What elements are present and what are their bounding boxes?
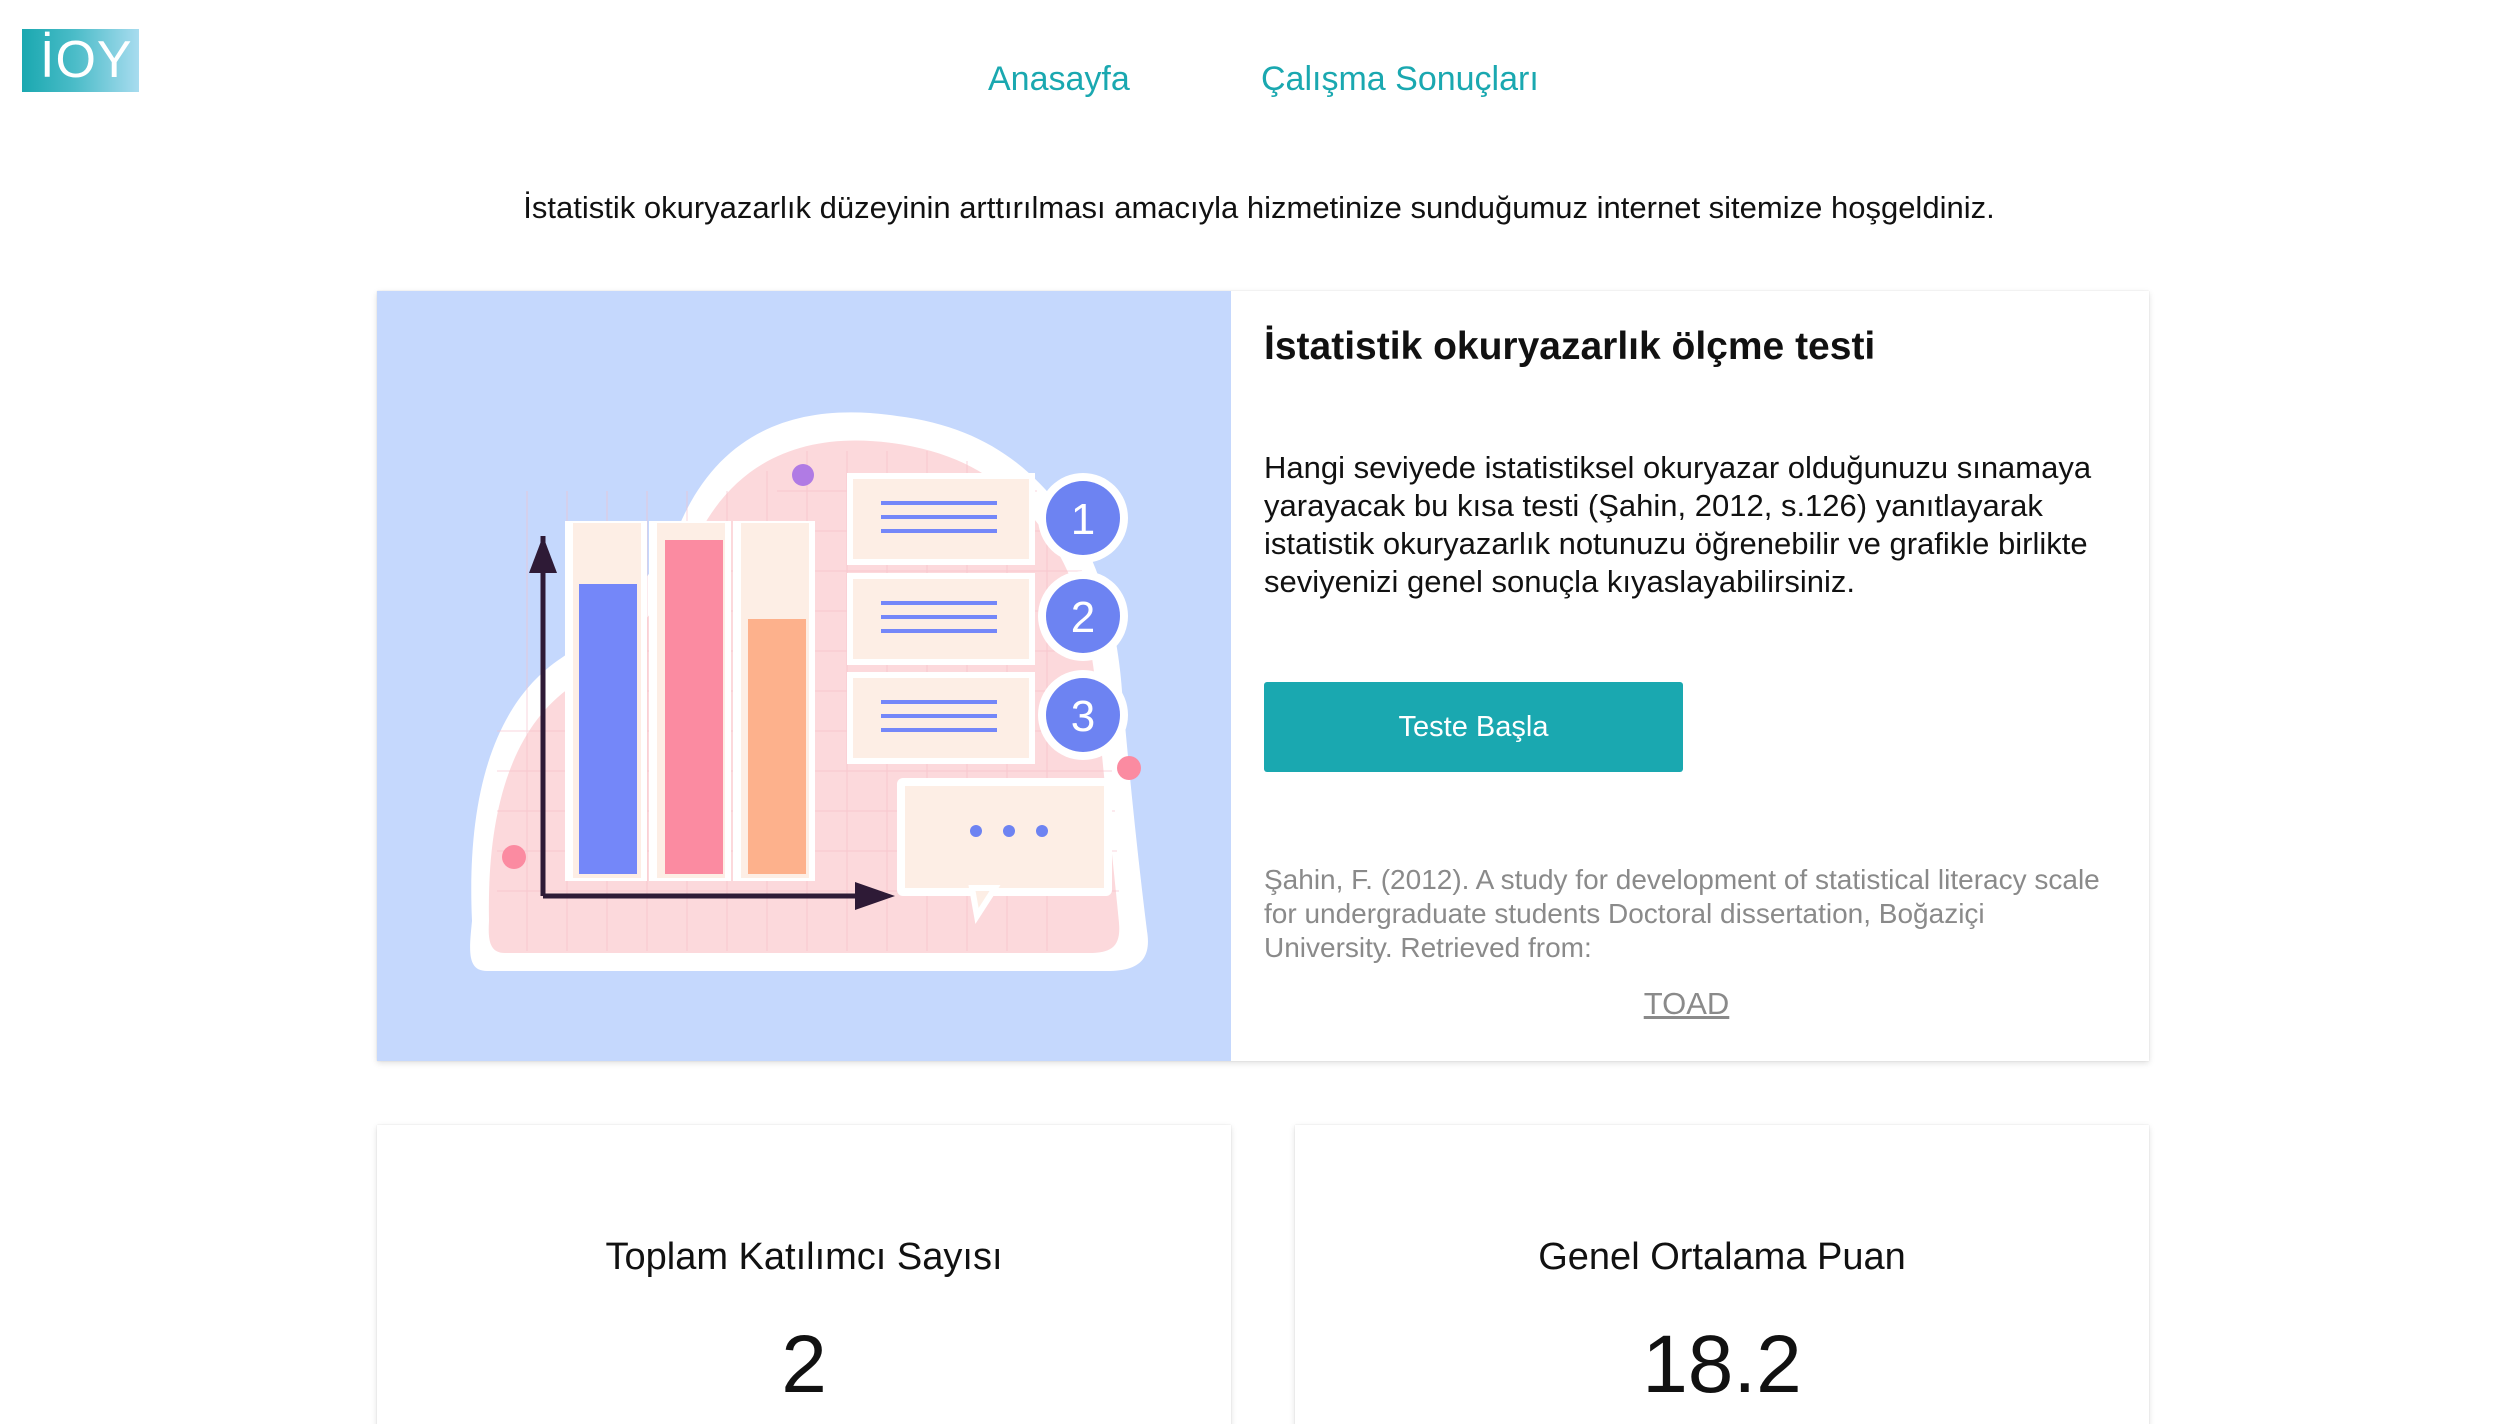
bar-chart-illustration: 1 2 3 <box>470 412 1148 971</box>
nav-link-home[interactable]: Anasayfa <box>988 54 1130 104</box>
test-card-title: İstatistik okuryazarlık ölçme testi <box>1264 325 1876 368</box>
test-card: 1 2 3 İstatistik okuryazarlık ölçme test… <box>377 291 2149 1061</box>
main-nav: Anasayfa Çalışma Sonuçları <box>0 54 2518 104</box>
nav-link-results[interactable]: Çalışma Sonuçları <box>1261 54 1539 104</box>
average-score-value: 18.2 <box>1642 1319 1802 1410</box>
step-number: 3 <box>1071 692 1095 741</box>
average-score-label: Genel Ortalama Puan <box>1538 1236 1906 1278</box>
step-number: 1 <box>1071 495 1095 544</box>
average-score-card: Genel Ortalama Puan 18.2 <box>1295 1125 2149 1424</box>
toad-link-wrapper: TOAD <box>1264 984 2109 1024</box>
statistics-illustration: 1 2 3 <box>377 291 1231 1061</box>
start-test-button[interactable]: Teste Başla <box>1264 682 1683 772</box>
citation-text: Şahin, F. (2012). A study for developmen… <box>1264 864 2100 963</box>
toad-link[interactable]: TOAD <box>1644 986 1730 1021</box>
test-description: Hangi seviyede istatistiksel okuryazar o… <box>1264 450 2092 599</box>
participant-count-card: Toplam Katılımcı Sayısı 2 <box>377 1125 1231 1424</box>
step-number: 2 <box>1071 593 1095 642</box>
welcome-text: İstatistik okuryazarlık düzeyinin arttır… <box>523 190 1995 225</box>
participant-count-value: 2 <box>781 1319 827 1410</box>
participant-count-label: Toplam Katılımcı Sayısı <box>605 1236 1003 1278</box>
